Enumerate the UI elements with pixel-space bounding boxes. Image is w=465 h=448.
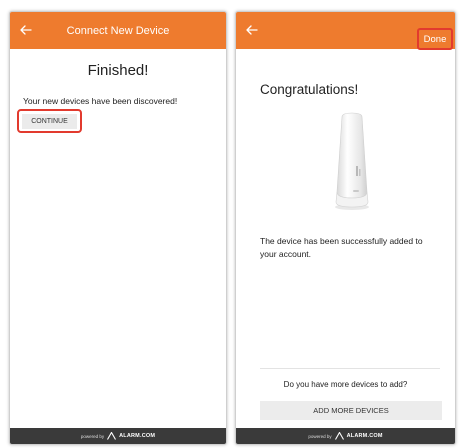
alarm-logo-icon <box>107 427 117 444</box>
continue-highlight: CONTINUE <box>17 109 82 133</box>
top-bar: Connect New Device <box>10 12 226 49</box>
powered-by-label: powered by <box>308 433 332 439</box>
alarm-logo-icon <box>334 427 344 444</box>
top-bar: Done <box>236 12 455 50</box>
success-message: The device has been successfully added t… <box>260 236 423 259</box>
powered-by-footer: powered by ALARM.COM <box>236 428 455 444</box>
congratulations-heading: Congratulations! <box>260 82 359 97</box>
powered-by-footer: powered by ALARM.COM <box>10 428 226 444</box>
done-highlight: Done <box>417 28 453 50</box>
page-title: Connect New Device <box>66 24 170 37</box>
more-devices-question: Do you have more devices to add? <box>283 380 408 389</box>
right-phone-screen: Done Congratulations! The device has bee… <box>235 11 456 445</box>
done-button[interactable]: Done <box>424 34 447 45</box>
arrow-left-icon[interactable] <box>244 21 260 39</box>
powered-by-label: powered by <box>80 433 105 439</box>
sensor-device-image <box>329 112 375 217</box>
divider <box>260 368 440 369</box>
continue-button[interactable]: CONTINUE <box>22 113 77 129</box>
brand-label: ALARM.COM <box>119 433 156 439</box>
add-more-devices-button[interactable]: ADD MORE DEVICES <box>260 401 442 420</box>
brand-label: ALARM.COM <box>346 433 383 439</box>
discovered-message: Your new devices have been discovered! <box>23 96 178 106</box>
left-phone-screen: Connect New Device Finished! Your new de… <box>9 11 227 445</box>
finished-heading: Finished! <box>87 62 149 79</box>
arrow-left-icon[interactable] <box>18 21 34 39</box>
